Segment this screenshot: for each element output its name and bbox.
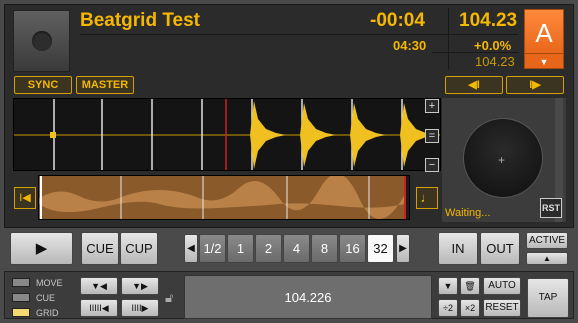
cue-button[interactable]: CUE: [81, 232, 119, 265]
master-button[interactable]: MASTER: [76, 76, 134, 94]
sync-button[interactable]: SYNC: [14, 76, 72, 94]
active-button[interactable]: ACTIVE: [526, 232, 568, 249]
loop-size-button[interactable]: 8: [311, 234, 338, 263]
auto-button[interactable]: AUTO: [483, 277, 521, 295]
out-button[interactable]: OUT: [480, 232, 520, 265]
beatjump-back-button[interactable]: ◀I: [445, 76, 503, 94]
double-bpm-button[interactable]: ×2: [460, 299, 480, 317]
bpm-display: 104.23: [459, 10, 518, 31]
track-overview[interactable]: [38, 175, 410, 220]
loop-size-button[interactable]: 32: [367, 234, 394, 263]
grid-mode-indicator[interactable]: [12, 308, 30, 317]
bpm-value-field[interactable]: 104.226: [184, 275, 432, 319]
trash-icon[interactable]: 🗑︎: [460, 277, 480, 295]
zoom-out-button[interactable]: −: [425, 158, 439, 172]
cue-mode-label: CUE: [36, 293, 56, 303]
tap-button[interactable]: TAP: [527, 278, 569, 318]
cup-button[interactable]: CUP: [120, 232, 158, 265]
zoom-reset-button[interactable]: =: [425, 129, 439, 143]
halve-bpm-button[interactable]: ÷2: [438, 299, 458, 317]
grid-compress-button[interactable]: IIIII◀: [80, 299, 118, 317]
move-mode-label: MOVE: [36, 278, 63, 288]
triangle-up-icon[interactable]: ▲: [526, 252, 568, 265]
cover-art: [13, 10, 70, 72]
status-text: Waiting...: [445, 207, 491, 219]
loop-size-button[interactable]: 4: [283, 234, 310, 263]
grid-mode-label: GRID: [36, 308, 59, 318]
move-mode-indicator[interactable]: [12, 278, 30, 287]
bpm-secondary: 104.23: [475, 54, 515, 69]
pitch-display: +0.0%: [474, 38, 512, 53]
grid-shift-right-button[interactable]: ▼▶: [121, 277, 159, 295]
skip-start-icon[interactable]: I◀: [14, 187, 36, 209]
jog-wheel[interactable]: +: [463, 118, 543, 198]
loop-prev-icon[interactable]: ◀: [184, 234, 198, 263]
cue-mode-indicator[interactable]: [12, 293, 30, 302]
crosshair-icon: +: [498, 153, 506, 167]
triangle-down-icon[interactable]: ▼: [524, 53, 564, 69]
grid-shift-left-button[interactable]: ▼◀: [80, 277, 118, 295]
zoom-in-button[interactable]: +: [425, 99, 439, 113]
track-title: Beatgrid Test: [80, 10, 201, 31]
loop-next-icon[interactable]: ▶: [396, 234, 410, 263]
rst-button[interactable]: RST: [540, 198, 562, 218]
loop-size-button[interactable]: 1/2: [199, 234, 226, 263]
play-button[interactable]: ▶: [10, 232, 73, 265]
reset-button[interactable]: RESET: [483, 299, 521, 317]
deck-letter-button[interactable]: A: [524, 9, 564, 55]
waveform-display[interactable]: [13, 98, 441, 171]
remaining-time: -00:04: [370, 10, 425, 31]
loop-size-button[interactable]: 2: [255, 234, 282, 263]
deck-panel: Beatgrid Test -00:04 104.23 04:30 +0.0% …: [0, 0, 578, 323]
grid-expand-button[interactable]: IIII▶: [121, 299, 159, 317]
lock-icon[interactable]: 🔓︎: [165, 290, 173, 306]
grid-marker-icon[interactable]: ▼: [438, 277, 458, 295]
loop-size-button[interactable]: 1: [227, 234, 254, 263]
note-icon[interactable]: ♩: [416, 187, 438, 209]
beatjump-forward-button[interactable]: I▶: [506, 76, 564, 94]
elapsed-time: 04:30: [393, 38, 427, 53]
loop-size-button[interactable]: 16: [339, 234, 366, 263]
in-button[interactable]: IN: [438, 232, 478, 265]
